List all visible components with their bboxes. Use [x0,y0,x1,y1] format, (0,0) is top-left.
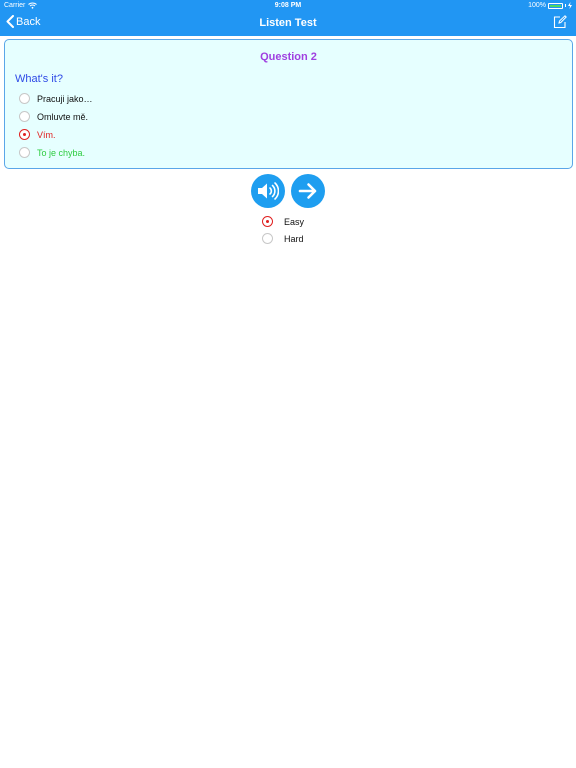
answer-text: Omluvte mě. [37,111,89,122]
battery-icon [548,2,563,9]
radio-button[interactable] [262,233,273,244]
answer-text: Vím. [37,129,56,140]
play-audio-button[interactable] [251,174,285,208]
arrow-right-icon [298,183,317,199]
radio-button-selected[interactable] [19,129,30,140]
status-time: 9:08 PM [274,2,302,9]
battery-percent: 100% [528,2,546,9]
compose-icon [553,15,567,29]
question-prompt: What's it? [15,73,63,85]
top-bar: Carrier 9:08 PM 100% Back Listen Test [0,0,576,36]
radio-button-selected[interactable] [262,216,273,227]
battery-tip [565,4,566,7]
question-card: Question 2 What's it? Pracuji jako… Omlu… [4,39,573,169]
answer-option-3[interactable]: Vím. [19,129,56,140]
radio-button[interactable] [19,147,30,158]
answer-option-4[interactable]: To je chyba. [19,147,85,158]
question-title: Question 2 [260,51,317,63]
speaker-icon [258,182,279,200]
answer-option-2[interactable]: Omluvte mě. [19,111,88,122]
radio-button[interactable] [19,111,30,122]
difficulty-hard-option[interactable]: Hard [262,233,304,244]
difficulty-label: Easy [284,216,305,227]
difficulty-easy-option[interactable]: Easy [262,216,304,227]
answer-text: Pracuji jako… [37,93,93,104]
navigation-bar: Back Listen Test [0,11,576,36]
answer-text: To je chyba. [37,147,86,158]
status-bar: Carrier 9:08 PM 100% [0,0,576,11]
charging-icon [568,2,572,9]
status-battery: 100% [528,2,572,9]
difficulty-label: Hard [284,233,304,244]
edit-button[interactable] [553,15,567,34]
radio-button[interactable] [19,93,30,104]
next-button[interactable] [291,174,325,208]
answer-option-1[interactable]: Pracuji jako… [19,93,93,104]
page-title: Listen Test [259,17,317,29]
